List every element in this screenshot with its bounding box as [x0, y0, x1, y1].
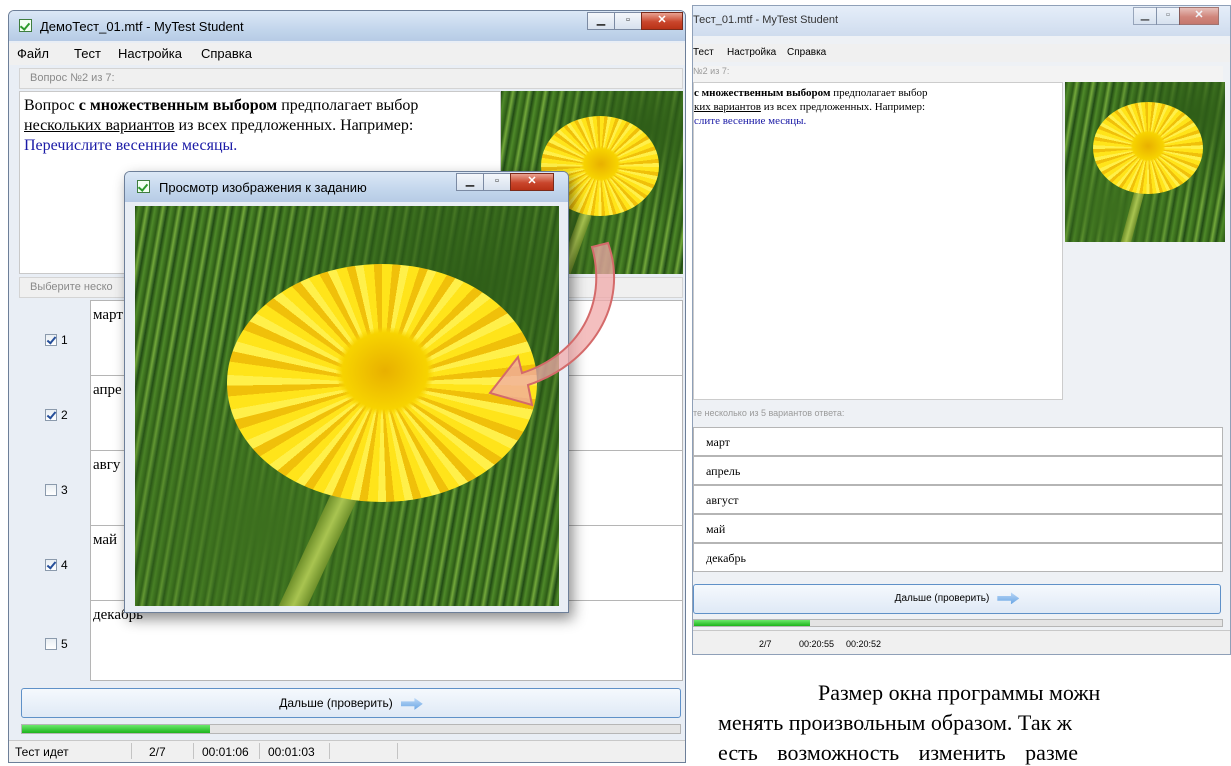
caption-line-1: Размер окна программы можн — [818, 680, 1101, 705]
second-menu-bar: Тест Настройка Справка — [693, 44, 1230, 62]
second-status-bar: 2/7 00:20:55 00:20:52 — [693, 630, 1230, 654]
answer-checkbox-4[interactable] — [45, 559, 57, 571]
preview-close-button[interactable]: ✕ — [510, 173, 554, 191]
second-answer-header: те несколько из 5 вариантов ответа: — [693, 408, 845, 418]
second-answer-2: апрель — [693, 456, 1223, 485]
menu-help[interactable]: Справка — [201, 46, 252, 61]
status-counter: 2/7 — [149, 745, 166, 759]
answer-number-3: 3 — [61, 483, 68, 497]
progress-fill — [22, 725, 210, 733]
status-remaining-time: 00:01:03 — [268, 745, 315, 759]
status-separator — [259, 743, 260, 759]
second-question-image — [1065, 82, 1225, 242]
caption-line-2: менять произвольным образом. Так ж — [718, 710, 1072, 735]
preview-minimize-button[interactable]: ▁ — [456, 173, 484, 191]
second-answer-5: декабрь — [693, 543, 1223, 572]
question-header: Вопрос №2 из 7: — [19, 68, 683, 89]
second-question-header: №2 из 7: — [693, 66, 1223, 82]
menu-bar: Файл Тест Настройка Справка — [9, 43, 685, 65]
second-menu-test: Тест — [693, 47, 714, 58]
status-separator — [131, 743, 132, 759]
second-next-button: Дальше (проверить) — [693, 584, 1221, 614]
second-menu-settings: Настройка — [727, 47, 777, 58]
next-check-button[interactable]: Дальше (проверить) — [21, 688, 681, 718]
arrow-right-icon — [400, 697, 423, 710]
answer-number-4: 4 — [61, 558, 68, 572]
second-next-label: Дальше (проверить) — [894, 593, 990, 604]
minimize-button[interactable]: ▁ — [587, 12, 615, 30]
status-separator — [329, 743, 330, 759]
answer-checkbox-3[interactable] — [45, 484, 57, 496]
second-answer-3: август — [693, 485, 1223, 514]
preview-maximize-button[interactable]: ▫ — [483, 173, 511, 191]
second-status-counter: 2/7 — [759, 639, 772, 649]
main-titlebar[interactable]: ДемоТест_01.mtf - MyTest Student ▁ ▫ ✕ — [9, 11, 685, 41]
second-status-elapsed: 00:20:55 — [799, 639, 835, 649]
status-elapsed-time: 00:01:06 — [202, 745, 249, 759]
flower-core — [581, 146, 621, 182]
progress-bar — [21, 724, 681, 734]
second-progress-fill — [694, 620, 811, 626]
menu-settings[interactable]: Настройка — [118, 46, 182, 61]
menu-file[interactable]: Файл — [17, 46, 49, 61]
status-separator — [397, 743, 398, 759]
arrow-right-icon — [997, 592, 1020, 605]
caption-line-3: есть возможность изменить разме — [718, 740, 1079, 765]
answer-number-5: 5 — [61, 637, 68, 651]
flower-core — [335, 326, 435, 416]
close-button[interactable]: ✕ — [641, 12, 683, 30]
second-question-text: с множественным выбором предполагает выб… — [693, 82, 1063, 400]
second-answer-list: март апрель август май декабрь — [693, 427, 1223, 577]
menu-test[interactable]: Тест — [74, 46, 101, 61]
next-button-label: Дальше (проверить) — [279, 696, 393, 710]
flower-core — [1130, 130, 1166, 162]
preview-titlebar[interactable]: Просмотр изображения к заданию ▁ ▫ ✕ — [125, 172, 568, 202]
second-answer-4: май — [693, 514, 1223, 543]
second-maximize-button: ▫ — [1156, 7, 1180, 25]
app-check-icon — [137, 180, 150, 193]
second-titlebar: Тест_01.mtf - MyTest Student ▁ ▫ ✕ — [693, 6, 1230, 36]
second-screenshot: Тест_01.mtf - MyTest Student ▁ ▫ ✕ Тест … — [692, 5, 1231, 655]
second-menu-help: Справка — [787, 47, 827, 58]
second-window-title: Тест_01.mtf - MyTest Student — [693, 14, 839, 26]
answer-number-2: 2 — [61, 408, 68, 422]
answer-checkbox-5[interactable] — [45, 638, 57, 650]
second-progress-bar — [693, 619, 1223, 627]
status-bar: Тест идет 2/7 00:01:06 00:01:03 — [9, 740, 685, 762]
second-close-button: ✕ — [1179, 7, 1219, 25]
window-title: ДемоТест_01.mtf - MyTest Student — [40, 19, 244, 34]
preview-window-title: Просмотр изображения к заданию — [159, 180, 367, 195]
second-status-remaining: 00:20:52 — [846, 639, 882, 649]
answer-number-1: 1 — [61, 333, 68, 347]
maximize-button[interactable]: ▫ — [614, 12, 642, 30]
second-minimize-button: ▁ — [1133, 7, 1157, 25]
pointer-arrow-graphic — [488, 241, 616, 407]
answer-checkbox-1[interactable] — [45, 334, 57, 346]
answer-checkbox-2[interactable] — [45, 409, 57, 421]
status-state: Тест идет — [15, 745, 69, 759]
second-answer-1: март — [693, 427, 1223, 456]
app-check-icon — [19, 19, 32, 32]
status-separator — [193, 743, 194, 759]
